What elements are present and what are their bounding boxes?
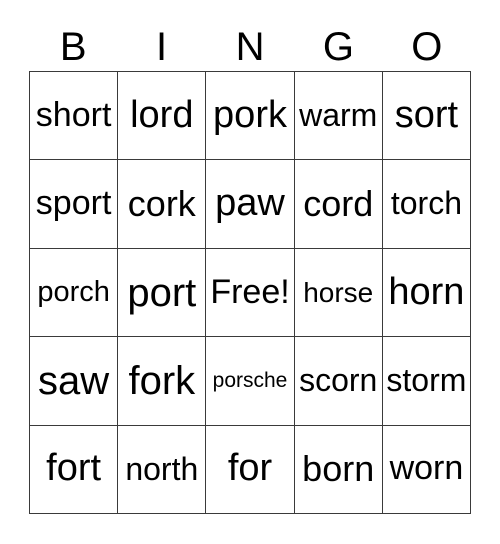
bingo-row: saw fork porsche scorn storm (30, 337, 472, 426)
bingo-cell-free[interactable]: Free! (206, 248, 295, 338)
bingo-cell[interactable]: saw (30, 337, 119, 426)
free-space-label: Free! (210, 272, 290, 311)
bingo-cell[interactable]: porch (30, 248, 119, 338)
bingo-cell[interactable]: horse (294, 248, 383, 338)
bingo-cell-label: for (227, 447, 273, 490)
bingo-cell-label: cork (127, 183, 196, 225)
bingo-cell-label: sport (35, 184, 112, 223)
header-letter-b: B (59, 24, 87, 69)
bingo-row: short lord pork warm sort (30, 72, 472, 161)
bingo-cell-label: worn (389, 449, 464, 488)
bingo-cell[interactable]: fork (118, 337, 207, 426)
bingo-row: sport cork paw cord torch (30, 160, 472, 249)
bingo-cell[interactable]: horn (382, 248, 472, 338)
bingo-cell[interactable]: short (30, 72, 119, 161)
bingo-cell[interactable]: warm (294, 72, 383, 161)
bingo-cell[interactable]: torch (382, 160, 472, 249)
bingo-cell[interactable]: cord (294, 160, 383, 249)
bingo-cell-label: sort (394, 93, 459, 136)
bingo-cell-label: north (125, 450, 199, 487)
bingo-cell-label: storm (386, 362, 467, 399)
bingo-grid: short lord pork warm sort sport cork paw… (29, 71, 472, 515)
bingo-cell-label: fork (128, 358, 196, 403)
bingo-cell-label: cord (303, 183, 374, 225)
bingo-cell[interactable]: sport (30, 160, 119, 249)
bingo-cell[interactable]: scorn (294, 337, 383, 426)
bingo-cell-label: pork (213, 93, 287, 136)
bingo-cell-label: porch (37, 276, 110, 309)
bingo-cell-label: porsche (212, 368, 288, 392)
bingo-cell[interactable]: born (294, 425, 383, 515)
bingo-cell-label: saw (38, 358, 110, 403)
bingo-cell[interactable]: cork (118, 160, 207, 249)
bingo-cell[interactable]: north (118, 425, 207, 515)
bingo-cell[interactable]: pork (206, 72, 295, 161)
bingo-cell[interactable]: porsche (206, 337, 295, 426)
header-letter-n: N (235, 24, 265, 69)
bingo-cell-label: port (127, 270, 197, 315)
bingo-header: B I N G O (29, 22, 471, 71)
bingo-cell-label: short (35, 95, 112, 134)
bingo-cell-label: horn (388, 270, 465, 313)
bingo-cell-label: fort (46, 447, 102, 490)
bingo-cell-label: lord (130, 93, 194, 136)
header-letter-g: G (322, 24, 354, 69)
bingo-cell[interactable]: worn (382, 425, 472, 515)
bingo-cell-label: horse (303, 276, 374, 308)
bingo-cell[interactable]: sort (382, 72, 472, 161)
bingo-cell-label: torch (390, 185, 462, 222)
bingo-row: porch port Free! horse horn (30, 248, 472, 338)
bingo-cell[interactable]: for (206, 425, 295, 515)
bingo-cell-label: warm (299, 96, 378, 133)
bingo-cell[interactable]: port (118, 248, 207, 338)
header-letter-o: O (411, 24, 443, 69)
bingo-card: B I N G O short lord pork warm sort spor… (0, 0, 500, 544)
bingo-cell[interactable]: lord (118, 72, 207, 161)
bingo-cell-label: paw (215, 182, 285, 225)
bingo-cell[interactable]: fort (30, 425, 119, 515)
bingo-cell[interactable]: storm (382, 337, 472, 426)
bingo-cell-label: scorn (299, 362, 378, 399)
bingo-cell[interactable]: paw (206, 160, 295, 249)
bingo-cell-label: born (302, 448, 375, 490)
header-letter-i: I (156, 24, 168, 69)
bingo-row: fort north for born worn (30, 425, 472, 515)
